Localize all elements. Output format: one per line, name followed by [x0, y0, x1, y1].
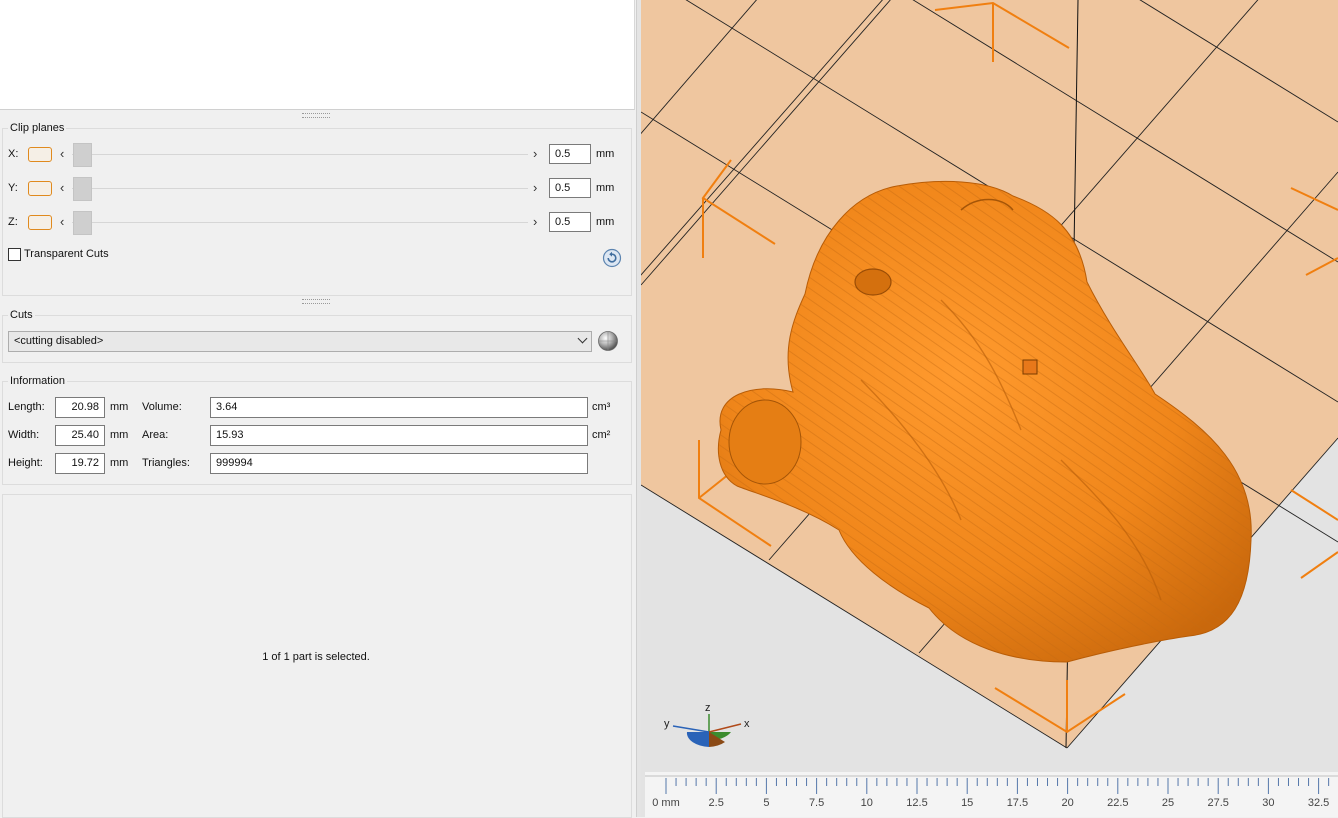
- width-unit: mm: [110, 429, 129, 441]
- clip-x-unit: mm: [596, 148, 615, 160]
- clip-y-label: Y:: [8, 182, 18, 194]
- clip-y-slider[interactable]: [72, 188, 528, 189]
- clip-z-value[interactable]: 0.5: [549, 212, 591, 232]
- transparent-cuts-checkbox[interactable]: [8, 248, 21, 261]
- clip-y-unit: mm: [596, 182, 615, 194]
- selection-status: 1 of 1 part is selected.: [262, 651, 370, 663]
- clip-x-decrement[interactable]: ‹: [60, 147, 64, 160]
- transparent-cuts-label[interactable]: Transparent Cuts: [24, 248, 109, 260]
- ruler-label: 0 mm: [652, 797, 680, 809]
- clip-y-increment[interactable]: ›: [533, 181, 537, 194]
- pivot-handle[interactable]: [1022, 359, 1038, 375]
- ruler: 0 mm 2.5 5 7.5 10 12.5 15 17.5 20 22.5 25 27.5 30 32.…: [645, 772, 1338, 817]
- clip-z-slider[interactable]: [72, 222, 528, 223]
- preview-area: [0, 0, 635, 110]
- clip-z-increment[interactable]: ›: [533, 215, 537, 228]
- clip-y-slider-thumb[interactable]: [73, 177, 92, 201]
- height-label: Height:: [8, 457, 43, 469]
- area-unit: cm²: [592, 429, 611, 441]
- ruler-label: 20: [1061, 797, 1073, 809]
- reset-clip-icon[interactable]: [602, 248, 622, 268]
- cuts-title: Cuts: [8, 309, 35, 321]
- ruler-label: 2.5: [709, 797, 724, 809]
- clip-x-slider-thumb[interactable]: [73, 143, 92, 167]
- length-unit: mm: [110, 401, 129, 413]
- clip-planes-title: Clip planes: [8, 122, 67, 134]
- clip-z-label: Z:: [8, 216, 18, 228]
- viewport-canvas[interactable]: z x y 0 mm 2.5 5 7.5 10 12.5 15 17.5 20 22.5 25 27.…: [641, 0, 1338, 817]
- volume-value: 3.64: [210, 397, 588, 418]
- area-value: 15.93: [210, 425, 588, 446]
- volume-unit: cm³: [592, 401, 611, 413]
- height-unit: mm: [110, 457, 129, 469]
- area-label: Area:: [142, 429, 169, 441]
- ruler-label: 27.5: [1207, 797, 1228, 809]
- width-value: 25.40: [55, 425, 105, 446]
- lion-eye: [854, 268, 892, 296]
- volume-label: Volume:: [142, 401, 182, 413]
- ruler-label: 5: [763, 797, 769, 809]
- clip-x-increment[interactable]: ›: [533, 147, 537, 160]
- clip-z-toggle[interactable]: [28, 215, 52, 230]
- clip-x-label: X:: [8, 148, 19, 160]
- lion-ear: [728, 399, 802, 485]
- splitter-grip[interactable]: [302, 113, 330, 118]
- gizmo-y-label: y: [664, 718, 670, 730]
- triangles-label: Triangles:: [142, 457, 190, 469]
- ruler-label: 22.5: [1107, 797, 1128, 809]
- length-label: Length:: [8, 401, 45, 413]
- 3d-viewport[interactable]: z x y 0 mm 2.5 5 7.5 10 12.5 15 17.5 20 22.5 25 27.…: [641, 0, 1338, 817]
- ruler-label: 15: [961, 797, 973, 809]
- clip-y-value[interactable]: 0.5: [549, 178, 591, 198]
- clip-x-toggle[interactable]: [28, 147, 52, 162]
- sphere-cut-icon[interactable]: [596, 329, 620, 353]
- clip-z-slider-thumb[interactable]: [73, 211, 92, 235]
- gizmo-x-label: x: [744, 718, 750, 730]
- left-panel: Clip planes X: ‹ › 0.5 mm Y: ‹ › 0.5 mm …: [0, 0, 636, 818]
- clip-x-value[interactable]: 0.5: [549, 144, 591, 164]
- information-title: Information: [8, 375, 68, 387]
- ruler-label: 25: [1162, 797, 1174, 809]
- chevron-down-icon: [577, 333, 588, 344]
- cuts-dropdown-value: <cutting disabled>: [14, 335, 104, 347]
- ruler-label: 10: [861, 797, 873, 809]
- clip-y-decrement[interactable]: ‹: [60, 181, 64, 194]
- triangles-value: 999994: [210, 453, 588, 474]
- height-value: 19.72: [55, 453, 105, 474]
- clip-z-decrement[interactable]: ‹: [60, 215, 64, 228]
- cuts-dropdown[interactable]: <cutting disabled>: [8, 331, 592, 352]
- ruler-label: 7.5: [809, 797, 824, 809]
- ruler-label: 30: [1262, 797, 1274, 809]
- ruler-label: 32.5: [1308, 797, 1329, 809]
- ruler-label: 17.5: [1007, 797, 1028, 809]
- gizmo-z-label: z: [705, 702, 711, 714]
- width-label: Width:: [8, 429, 40, 441]
- splitter-grip-2[interactable]: [302, 299, 330, 304]
- ruler-label: 12.5: [906, 797, 927, 809]
- clip-y-toggle[interactable]: [28, 181, 52, 196]
- length-value: 20.98: [55, 397, 105, 418]
- clip-z-unit: mm: [596, 216, 615, 228]
- clip-x-slider[interactable]: [72, 154, 528, 155]
